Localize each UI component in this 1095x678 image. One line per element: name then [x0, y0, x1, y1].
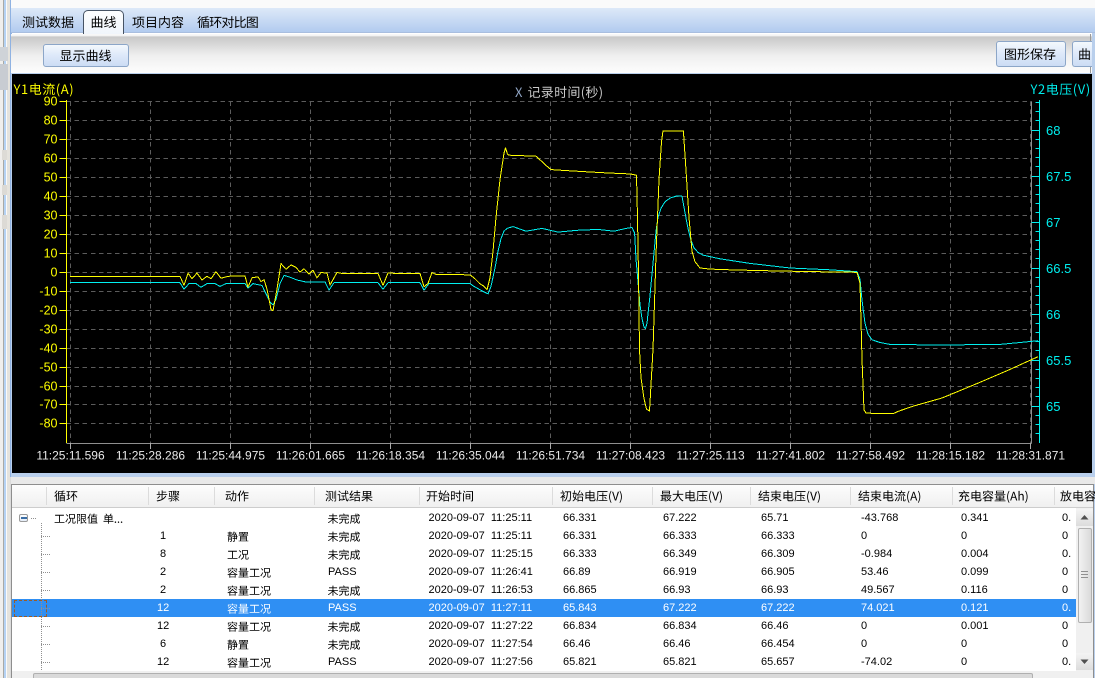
svg-text:40: 40 — [44, 190, 58, 204]
svg-text:-30: -30 — [39, 323, 57, 337]
svg-text:20: 20 — [44, 228, 58, 242]
svg-text:-10: -10 — [39, 285, 57, 299]
svg-text:65: 65 — [1046, 399, 1060, 414]
svg-text:11:26:51.734: 11:26:51.734 — [516, 449, 586, 463]
svg-text:90: 90 — [44, 95, 58, 109]
svg-text:11:27:25.113: 11:27:25.113 — [676, 449, 745, 463]
svg-text:80: 80 — [44, 114, 58, 128]
svg-text:11:28:31.871: 11:28:31.871 — [996, 449, 1066, 463]
svg-text:10: 10 — [44, 247, 58, 261]
svg-text:-80: -80 — [39, 417, 57, 431]
svg-text:66: 66 — [1046, 307, 1060, 322]
svg-text:11:28:15.182: 11:28:15.182 — [916, 449, 986, 463]
svg-text:11:26:01.665: 11:26:01.665 — [276, 449, 346, 463]
svg-text:68: 68 — [1046, 123, 1060, 138]
svg-text:70: 70 — [44, 133, 58, 147]
svg-text:-40: -40 — [39, 342, 57, 356]
svg-text:-70: -70 — [39, 398, 57, 412]
svg-text:-60: -60 — [39, 380, 57, 394]
svg-text:11:27:08.423: 11:27:08.423 — [596, 449, 666, 463]
svg-text:11:25:28.286: 11:25:28.286 — [116, 449, 186, 463]
svg-text:65.5: 65.5 — [1046, 353, 1071, 368]
svg-text:11:27:58.492: 11:27:58.492 — [836, 449, 906, 463]
svg-text:11:26:35.044: 11:26:35.044 — [436, 449, 506, 463]
svg-text:11:25:44.975: 11:25:44.975 — [196, 449, 266, 463]
svg-text:0: 0 — [51, 266, 58, 280]
svg-text:-50: -50 — [39, 361, 57, 375]
svg-text:67: 67 — [1046, 215, 1060, 230]
svg-text:50: 50 — [44, 171, 58, 185]
svg-text:-20: -20 — [39, 304, 57, 318]
svg-text:11:26:18.354: 11:26:18.354 — [356, 449, 426, 463]
svg-text:11:25:11.596: 11:25:11.596 — [36, 449, 105, 463]
svg-text:67.5: 67.5 — [1046, 169, 1071, 184]
svg-text:66.5: 66.5 — [1046, 261, 1071, 276]
svg-text:30: 30 — [44, 209, 58, 223]
svg-text:60: 60 — [44, 152, 58, 166]
svg-text:11:27:41.802: 11:27:41.802 — [756, 449, 826, 463]
